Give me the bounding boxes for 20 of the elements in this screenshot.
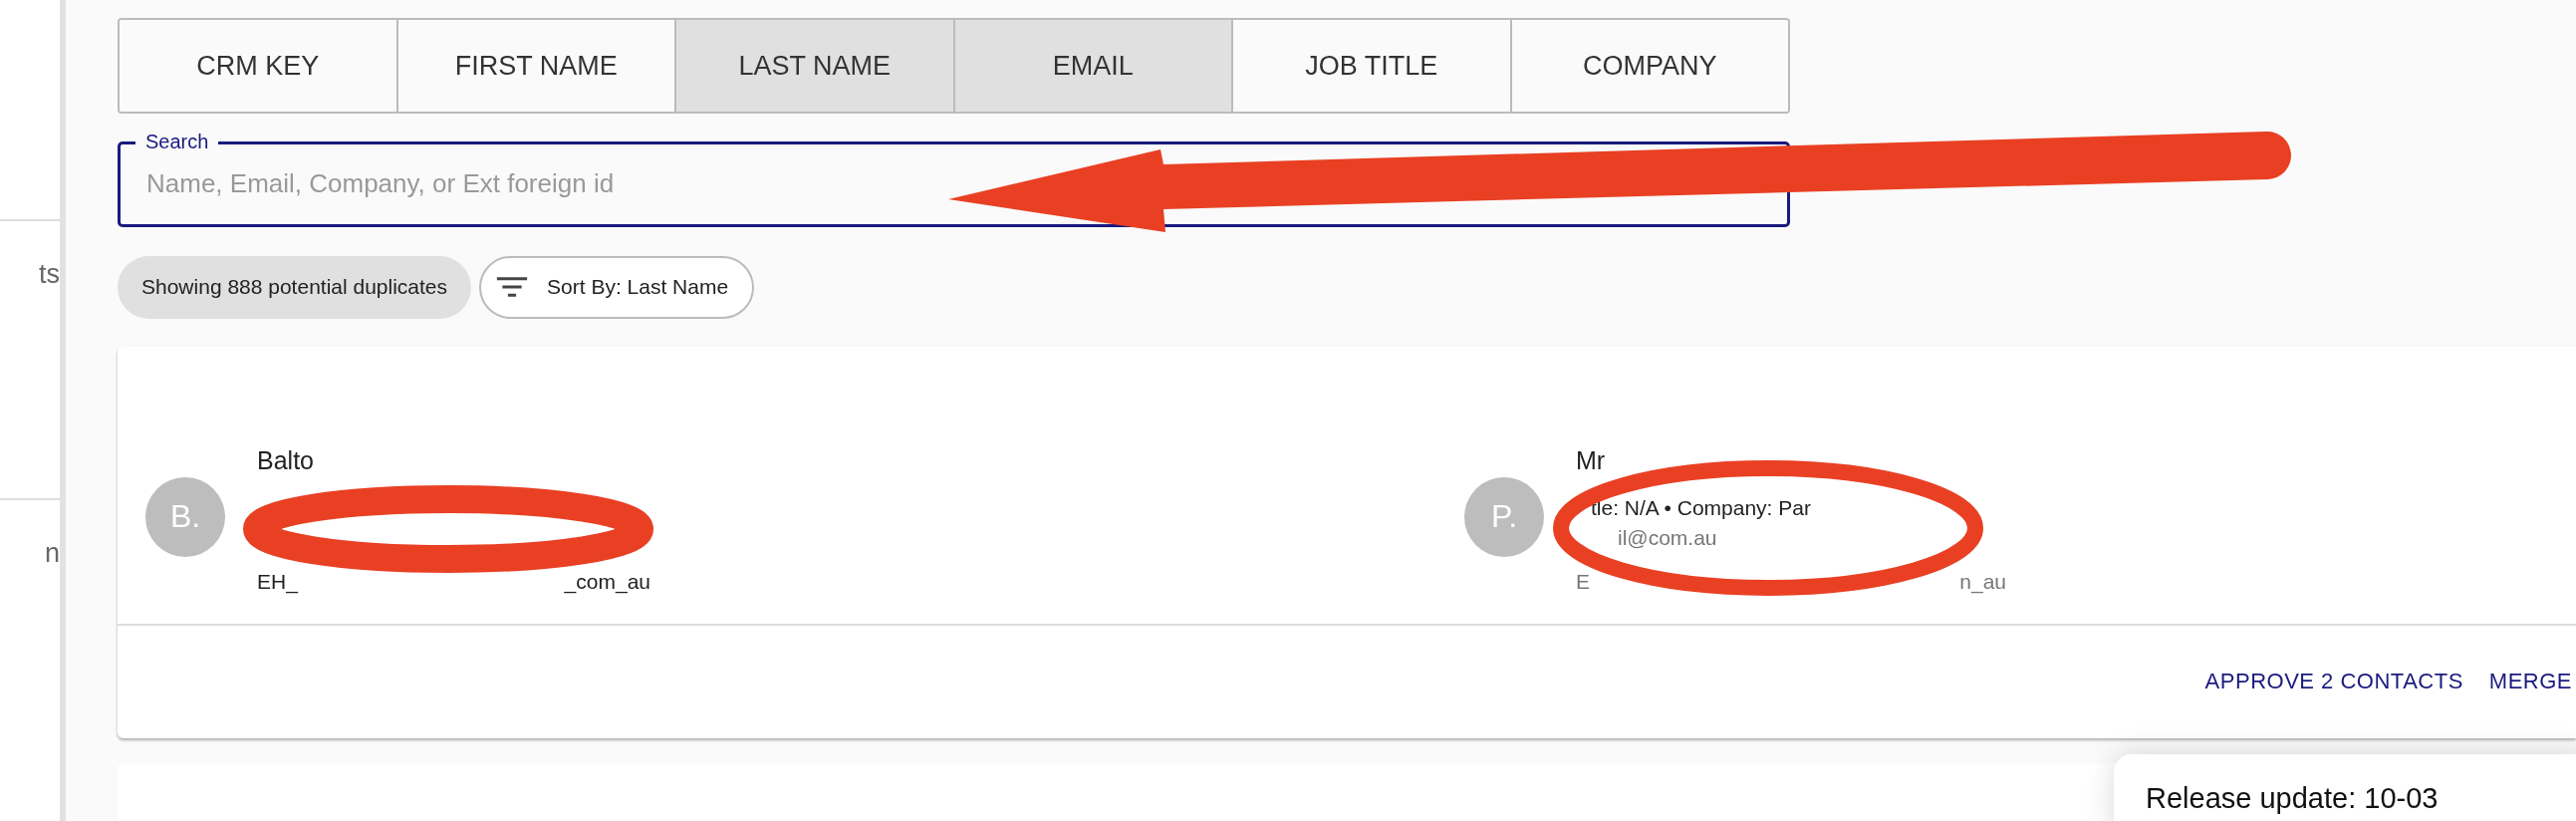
sort-button[interactable]: Sort By: Last Name [479,255,755,319]
avatar: P. [1464,476,1544,557]
action-button[interactable]: APPROVE 2 CONTACTS [2204,669,2463,695]
sidebar-item[interactable]: n [44,538,60,569]
contact-detail: E [1576,569,1590,593]
contact-name: Balto [257,445,314,474]
filter-icon [495,276,530,299]
notification-title: Release update: 10-03 [2146,782,2439,814]
filter-tab[interactable]: CRM KEY [120,20,398,113]
contact-detail: il@com.au [1618,525,1717,549]
contact-detail: EH_ [257,569,298,593]
sidebar-item[interactable]: ts [39,259,60,290]
filter-tab[interactable]: EMAIL [954,20,1233,113]
filter-tab[interactable]: LAST NAME [676,20,955,113]
result-count-chip: Showing 888 potential duplicates [118,255,472,319]
avatar: B. [145,476,225,557]
contact-name: Mr [1576,445,1606,474]
action-button[interactable]: MERGE [2488,669,2572,695]
contact-detail: _com_au [564,569,650,593]
contact-detail: n_au [1959,569,2006,593]
